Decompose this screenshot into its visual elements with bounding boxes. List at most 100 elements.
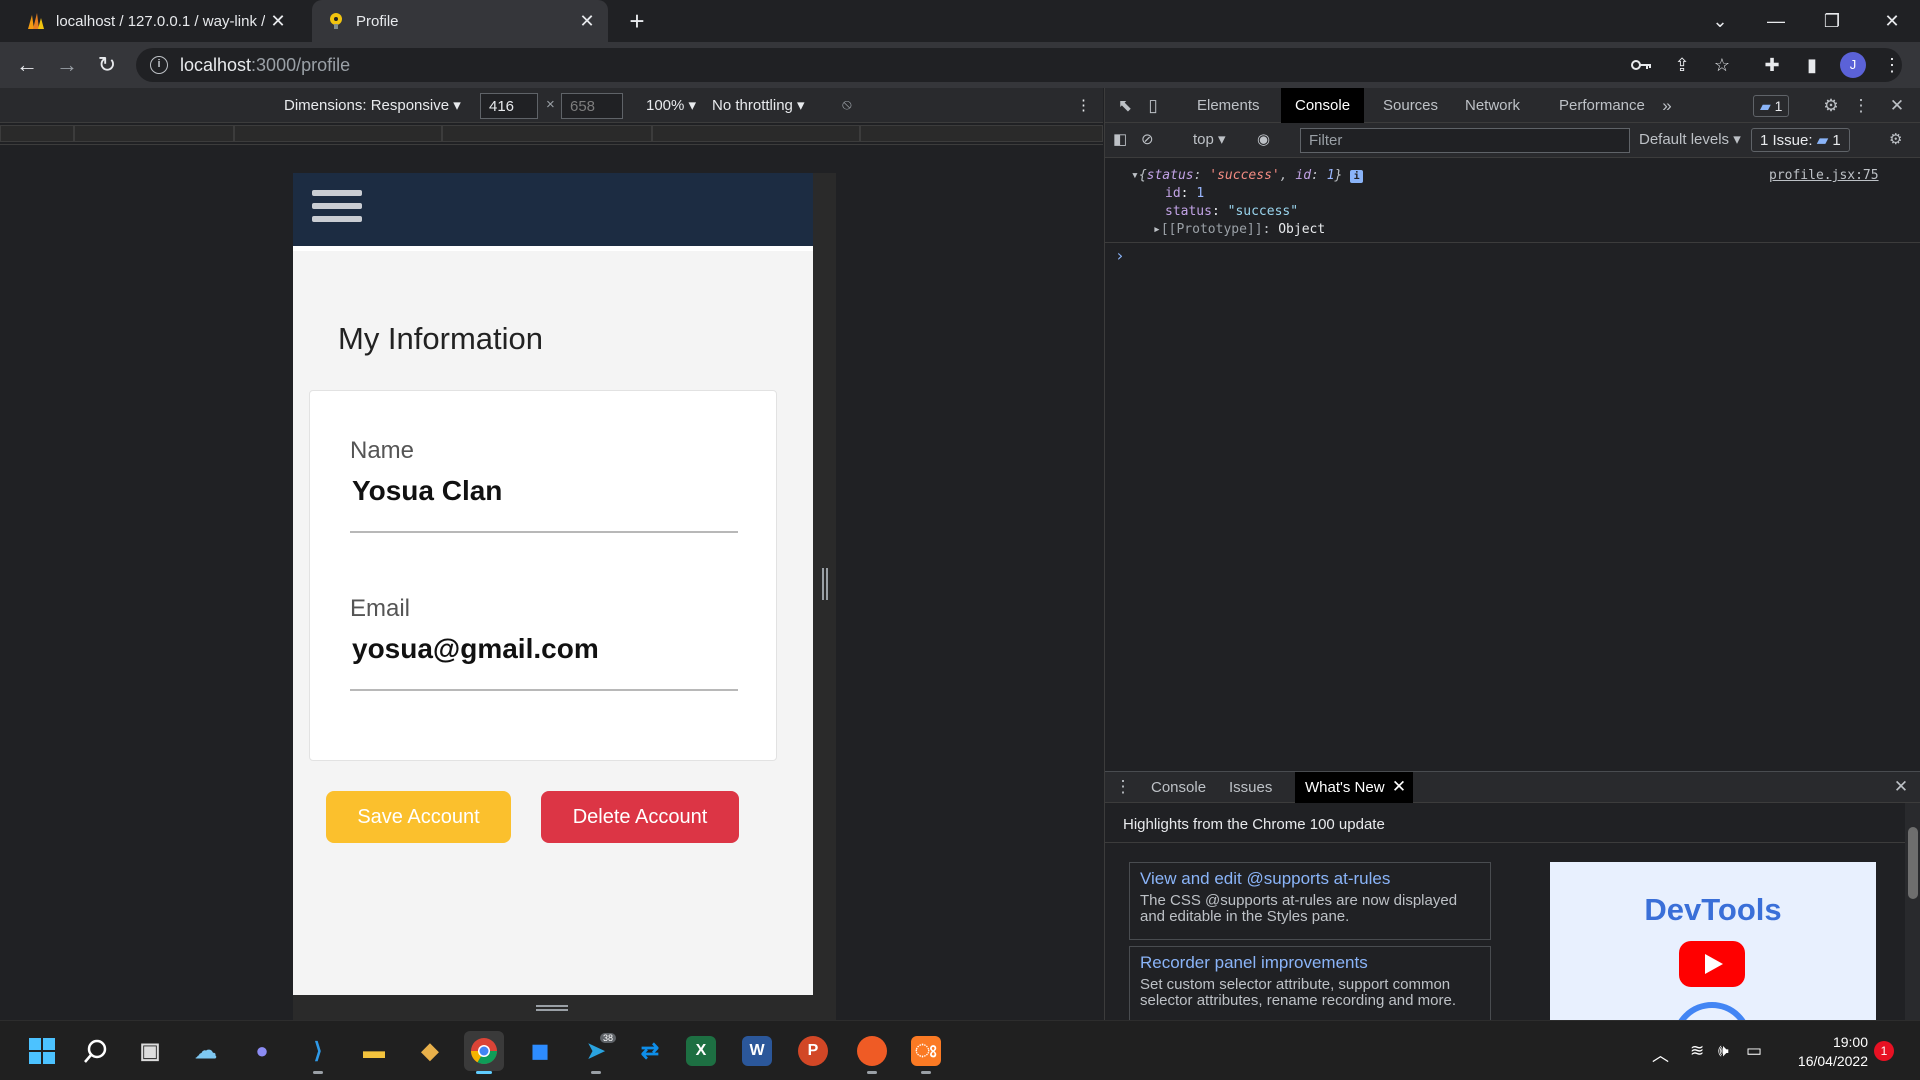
news-item[interactable]: Recorder panel improvements Set custom s… [1129, 946, 1491, 1026]
scrollbar[interactable] [1905, 803, 1920, 1021]
zoom-select[interactable]: 100% ▾ [646, 96, 696, 114]
inspect-element-icon[interactable]: ⬉ [1113, 94, 1137, 118]
media-query-segment[interactable] [234, 125, 442, 142]
forward-icon[interactable]: → [52, 50, 82, 80]
vscode-icon[interactable]: ⟩ [298, 1031, 338, 1074]
rotate-icon[interactable]: ⦸ [842, 96, 852, 113]
media-query-segment[interactable] [652, 125, 860, 142]
volume-icon[interactable]: 🕪 [1718, 1041, 1729, 1061]
media-query-segment[interactable] [74, 125, 234, 142]
issues-button[interactable]: 1 Issue: ▰ 1 [1751, 128, 1850, 152]
tab-elements[interactable]: Elements [1183, 88, 1274, 123]
minimize-button[interactable]: — [1748, 0, 1804, 42]
filter-input[interactable]: Filter [1300, 128, 1630, 153]
drawer-menu-icon[interactable]: ⋮ [1111, 775, 1135, 799]
messages-badge[interactable]: ▰ 1 [1753, 95, 1790, 117]
tab-phpmyadmin[interactable]: localhost / 127.0.0.1 / way-link / u ✕ [14, 0, 299, 42]
restore-button[interactable]: ❐ [1804, 0, 1860, 42]
throttling-select[interactable]: No throttling ▾ [712, 96, 805, 114]
battery-icon[interactable]: ▭ [1746, 1041, 1762, 1061]
menu-icon[interactable]: ⋮ [1880, 53, 1904, 77]
sidebar-toggle-icon[interactable]: ◧ [1113, 130, 1127, 148]
tab-sources[interactable]: Sources [1369, 88, 1452, 123]
postman-icon[interactable] [852, 1031, 892, 1074]
search-icon[interactable] [76, 1031, 116, 1071]
xampp-icon[interactable]: ଃ [906, 1031, 946, 1074]
close-devtools-icon[interactable]: ✕ [1885, 94, 1909, 118]
height-input[interactable] [561, 93, 623, 119]
dimensions-select[interactable]: Dimensions: Responsive ▾ [284, 96, 461, 114]
drawer-tab-issues[interactable]: Issues [1219, 772, 1282, 803]
bookmark-star-icon[interactable]: ☆ [1710, 53, 1734, 77]
close-icon[interactable]: ✕ [574, 11, 600, 32]
tab-console[interactable]: Console [1281, 88, 1365, 123]
tab-network[interactable]: Network [1451, 88, 1534, 123]
wifi-icon[interactable]: ≋ [1690, 1041, 1704, 1061]
news-title[interactable]: View and edit @supports at-rules [1140, 869, 1480, 889]
console-settings-icon[interactable]: ⚙ [1889, 130, 1902, 148]
tab-search-icon[interactable]: ⌄ [1692, 0, 1748, 42]
more-options-icon[interactable]: ⋮ [1076, 96, 1091, 114]
devtools-video-thumbnail[interactable]: DevTools [1550, 862, 1876, 1021]
log-object-summary[interactable]: ▾{status: 'success', id: 1} i [1131, 168, 1364, 183]
back-icon[interactable]: ← [12, 50, 42, 80]
chrome-icon[interactable] [464, 1031, 504, 1074]
close-icon[interactable]: ✕ [265, 11, 291, 32]
scrollbar-thumb[interactable] [1908, 827, 1918, 899]
close-window-button[interactable]: ✕ [1864, 0, 1920, 42]
zoom-icon[interactable]: ◼ [520, 1031, 560, 1071]
console-prompt[interactable]: › [1115, 246, 1125, 265]
info-badge-icon[interactable]: i [1350, 170, 1364, 183]
news-item[interactable]: View and edit @supports at-rules The CSS… [1129, 862, 1491, 940]
excel-icon[interactable]: X [686, 1036, 716, 1066]
tab-profile[interactable]: Profile ✕ [312, 0, 608, 42]
resize-handle-icon[interactable] [822, 568, 828, 600]
teams-chat-icon[interactable]: ● [242, 1031, 282, 1071]
system-clock[interactable]: 19:00 16/04/2022 [1778, 1033, 1868, 1071]
delete-account-button[interactable]: Delete Account [541, 791, 739, 843]
log-levels-select[interactable]: Default levels ▾ [1639, 130, 1741, 148]
youtube-play-icon[interactable] [1679, 941, 1745, 987]
powerpoint-icon[interactable]: P [798, 1036, 828, 1066]
width-input[interactable] [480, 93, 538, 119]
file-explorer-icon[interactable]: ▬ [354, 1031, 394, 1071]
resize-handle-icon[interactable] [536, 1005, 568, 1011]
extensions-icon[interactable]: ✚ [1760, 53, 1784, 77]
new-tab-button[interactable]: + [622, 6, 652, 36]
media-query-segment[interactable] [442, 125, 652, 142]
log-prop-prototype[interactable]: ▸[[Prototype]]: Object [1153, 222, 1325, 237]
news-title[interactable]: Recorder panel improvements [1140, 953, 1480, 973]
device-toggle-icon[interactable]: ▯ [1141, 94, 1165, 118]
teamviewer-icon[interactable]: ⇄ [630, 1031, 670, 1071]
close-tab-icon[interactable]: ✕ [1387, 775, 1411, 799]
word-icon[interactable]: W [742, 1036, 772, 1066]
tray-chevron-icon[interactable]: ︿ [1652, 1041, 1669, 1066]
clear-console-icon[interactable]: ⊘ [1141, 130, 1154, 148]
close-drawer-icon[interactable]: ✕ [1889, 775, 1913, 799]
weather-icon[interactable]: ☁ [186, 1031, 226, 1071]
avatar[interactable]: J [1840, 52, 1866, 78]
telegram-icon[interactable]: ➤ 38 [576, 1031, 616, 1074]
hamburger-menu-icon[interactable] [312, 190, 362, 232]
notification-badge[interactable]: 1 [1874, 1041, 1894, 1061]
save-account-button[interactable]: Save Account [326, 791, 511, 843]
info-icon[interactable]: i [150, 56, 168, 74]
more-tabs-icon[interactable]: » [1655, 94, 1679, 118]
settings-gear-icon[interactable]: ⚙ [1819, 94, 1843, 118]
drawer-tab-console[interactable]: Console [1141, 772, 1216, 803]
context-select[interactable]: top ▾ [1193, 130, 1226, 148]
share-icon[interactable]: ⇪ [1670, 53, 1694, 77]
source-link[interactable]: profile.jsx:75 [1769, 168, 1879, 183]
media-query-segment[interactable] [860, 125, 1103, 142]
tab-label: Profile [356, 12, 399, 30]
key-icon[interactable] [1630, 53, 1654, 77]
side-panel-icon[interactable]: ▮ [1800, 53, 1824, 77]
tab-performance[interactable]: Performance [1545, 88, 1659, 123]
eye-icon[interactable]: ◉ [1257, 130, 1270, 148]
windows-start-icon[interactable] [22, 1031, 62, 1071]
media-query-segment[interactable] [0, 125, 74, 142]
reload-icon[interactable]: ↻ [92, 50, 122, 80]
devtools-menu-icon[interactable]: ⋮ [1849, 94, 1873, 118]
sourcetree-icon[interactable]: ◆ [410, 1031, 450, 1071]
task-view-icon[interactable]: ▣ [130, 1031, 170, 1071]
